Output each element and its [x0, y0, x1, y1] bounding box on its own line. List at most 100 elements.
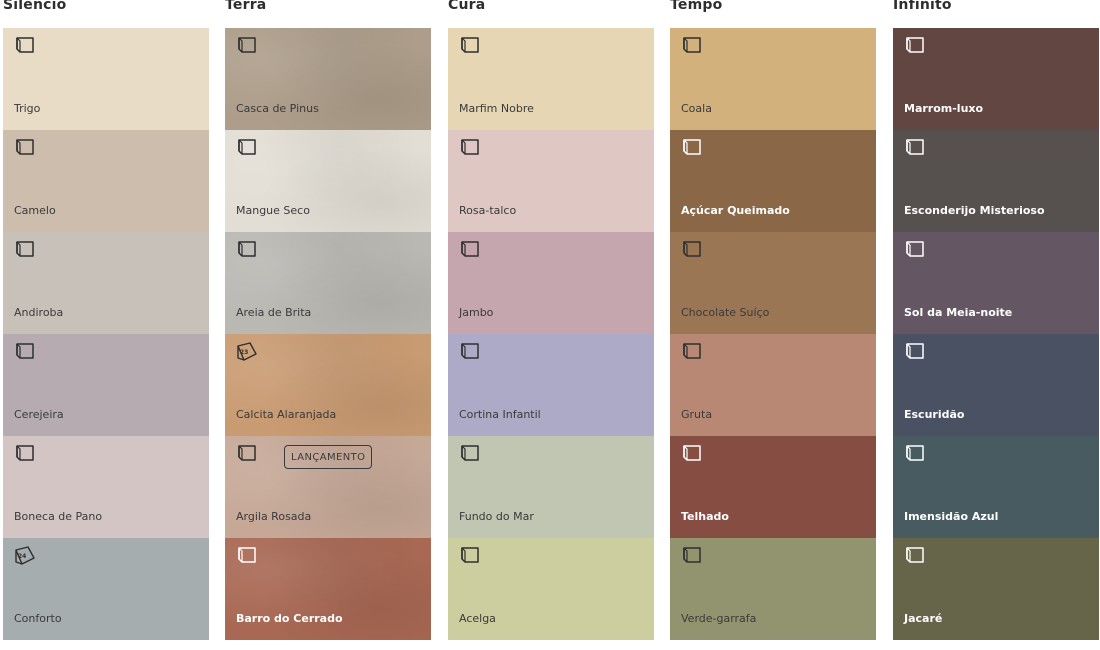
color-swatch[interactable]: Areia de Brita: [225, 232, 431, 334]
card-icon: [681, 240, 703, 260]
swatch-label: Boneca de Pano: [14, 510, 103, 523]
card-icon: [236, 36, 258, 56]
color-swatch[interactable]: Boneca de Pano: [3, 436, 209, 538]
card-icon: [904, 546, 926, 566]
color-swatch[interactable]: Jacaré: [893, 538, 1099, 640]
swatch-label: Barro do Cerrado: [236, 612, 343, 625]
swatch-label: Sol da Meia-noite: [904, 306, 1013, 319]
swatch-label: Imensidão Azul: [904, 510, 999, 523]
color-swatch[interactable]: Esconderijo Misterioso: [893, 130, 1099, 232]
color-swatch[interactable]: Fundo do Mar: [448, 436, 654, 538]
swatch-label: Açúcar Queimado: [681, 204, 790, 217]
color-swatch[interactable]: Gruta: [670, 334, 876, 436]
swatch-label: Jacaré: [904, 612, 943, 625]
card-icon: [681, 138, 703, 158]
color-swatch[interactable]: Mangue Seco: [225, 130, 431, 232]
swatch-label: Marfim Nobre: [459, 102, 534, 115]
color-swatch[interactable]: Verde-garrafa: [670, 538, 876, 640]
swatch-label: Escuridão: [904, 408, 965, 421]
swatch-label: Telhado: [681, 510, 729, 523]
card-icon: [459, 546, 481, 566]
color-swatch[interactable]: Trigo: [3, 28, 209, 130]
column-title: Cura: [448, 0, 486, 13]
color-swatch[interactable]: Camelo: [3, 130, 209, 232]
swatch-label: Gruta: [681, 408, 713, 421]
card-icon: [459, 36, 481, 56]
swatch-label: Fundo do Mar: [459, 510, 534, 523]
card-icon: [681, 342, 703, 362]
card-icon: [459, 240, 481, 260]
column-title: Infinito: [893, 0, 952, 13]
card-icon: [236, 546, 258, 566]
color-swatch[interactable]: Jambo: [448, 232, 654, 334]
swatch-label: Andiroba: [14, 306, 64, 319]
card-icon: [236, 138, 258, 158]
swatch-label: Cerejeira: [14, 408, 64, 421]
card-icon: [459, 444, 481, 464]
color-swatch[interactable]: Cortina Infantil: [448, 334, 654, 436]
card-icon: [14, 36, 36, 56]
color-swatch[interactable]: Acelga: [448, 538, 654, 640]
color-swatch[interactable]: Casca de Pinus: [225, 28, 431, 130]
card-icon: [14, 138, 36, 158]
card-icon: [681, 36, 703, 56]
color-swatch[interactable]: Escuridão: [893, 334, 1099, 436]
swatch-label: Camelo: [14, 204, 56, 217]
swatch-label: Chocolate Suíço: [681, 306, 770, 319]
column-title: Terra: [225, 0, 267, 13]
swatch-label: Jambo: [459, 306, 494, 319]
color-swatch[interactable]: Sol da Meia-noite: [893, 232, 1099, 334]
card-icon: [14, 342, 36, 362]
swatch-label: Areia de Brita: [236, 306, 312, 319]
color-swatch[interactable]: Imensidão Azul: [893, 436, 1099, 538]
card-icon: [904, 240, 926, 260]
color-swatch[interactable]: Telhado: [670, 436, 876, 538]
swatch-list: Trigo Camelo Andiroba Cerejeira Boneca de Pa…: [3, 28, 209, 640]
palette-columns: Silêncio Trigo Camelo Andiroba Cerejeira Bon…: [0, 0, 1100, 650]
card-icon: [904, 342, 926, 362]
card-icon: [904, 36, 926, 56]
column-title: Silêncio: [3, 0, 67, 13]
card-icon: [904, 138, 926, 158]
swatch-label: Rosa-talco: [459, 204, 517, 217]
color-swatch[interactable]: Cerejeira: [3, 334, 209, 436]
card-icon: [459, 138, 481, 158]
swatch-label: Coala: [681, 102, 712, 115]
color-swatch[interactable]: Chocolate Suíço: [670, 232, 876, 334]
swatch-label: Mangue Seco: [236, 204, 310, 217]
swatch-label: Trigo: [14, 102, 41, 115]
card-icon: [904, 444, 926, 464]
color-swatch[interactable]: Coala: [670, 28, 876, 130]
swatch-list: Marfim Nobre Rosa-talco Jambo Cortina Infan…: [448, 28, 654, 640]
swatch-list: Marrom-luxo Esconderijo Misterioso Sol da …: [893, 28, 1099, 640]
swatch-label: Calcita Alaranjada: [236, 408, 337, 421]
swatch-label: Marrom-luxo: [904, 102, 984, 115]
swatch-label: Casca de Pinus: [236, 102, 319, 115]
color-swatch[interactable]: Marfim Nobre: [448, 28, 654, 130]
card-icon: [681, 546, 703, 566]
column-title: Tempo: [670, 0, 723, 13]
color-swatch[interactable]: Andiroba: [3, 232, 209, 334]
color-swatch[interactable]: 23 Calcita Alaranjada: [225, 334, 431, 436]
card-icon: [236, 240, 258, 260]
card-icon: [236, 444, 258, 464]
swatch-label: Conforto: [14, 612, 62, 625]
color-swatch[interactable]: Rosa-talco: [448, 130, 654, 232]
calendar-23-icon: 23: [236, 342, 258, 362]
card-icon: [14, 444, 36, 464]
svg-text:23: 23: [240, 349, 248, 356]
color-swatch[interactable]: Marrom-luxo: [893, 28, 1099, 130]
color-swatch[interactable]: Açúcar Queimado: [670, 130, 876, 232]
card-icon: [14, 240, 36, 260]
launch-badge: LANÇAMENTO: [284, 445, 373, 469]
swatch-label: Esconderijo Misterioso: [904, 204, 1045, 217]
color-swatch[interactable]: 24 Conforto: [3, 538, 209, 640]
card-icon: [459, 342, 481, 362]
swatch-label: Cortina Infantil: [459, 408, 541, 421]
calendar-24-icon: 24: [14, 546, 36, 566]
color-swatch[interactable]: LANÇAMENTO Argila Rosada: [225, 436, 431, 538]
swatch-list: Coala Açúcar Queimado Chocolate Suíço Gruta…: [670, 28, 876, 640]
card-icon: [681, 444, 703, 464]
color-swatch[interactable]: Barro do Cerrado: [225, 538, 431, 640]
swatch-label: Verde-garrafa: [681, 612, 757, 625]
